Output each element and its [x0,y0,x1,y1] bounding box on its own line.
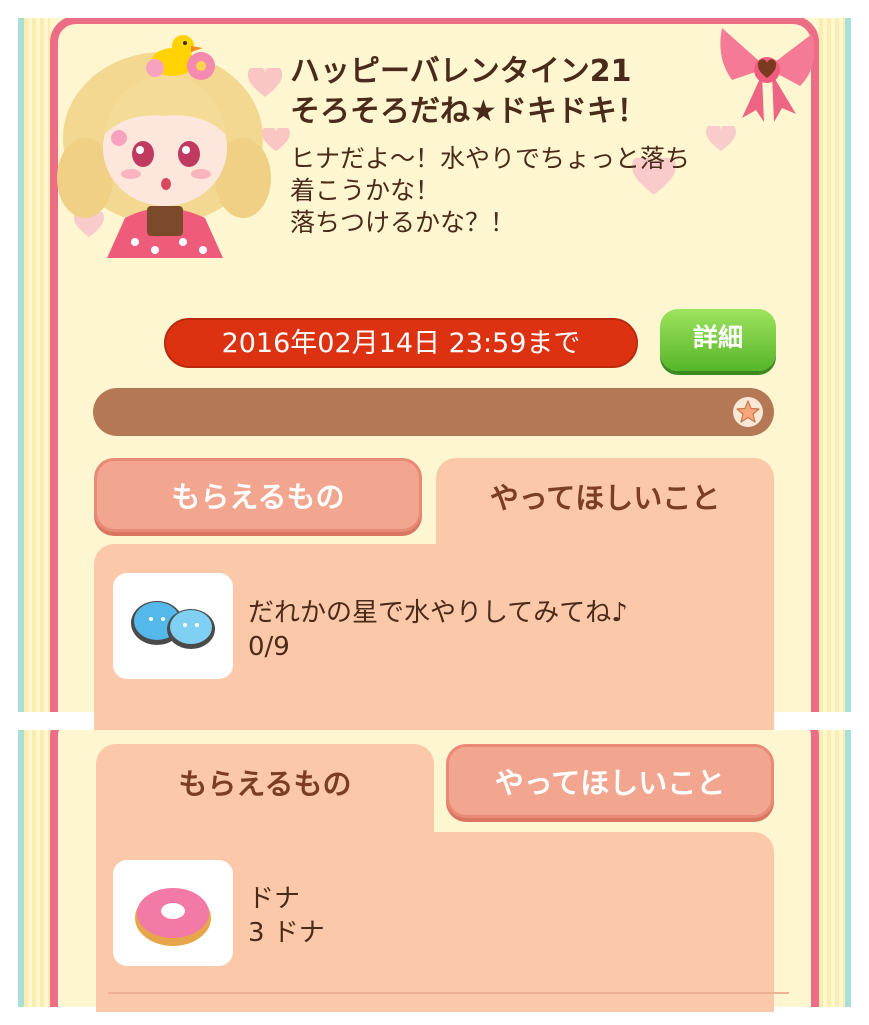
tab-tasks[interactable]: やってほしいこと [436,458,774,552]
tab-rewards[interactable]: もらえるもの [96,744,434,838]
ribbon-bow-icon [712,18,822,128]
reward-info: ドナ 3 ドナ [248,882,325,950]
donut-icon [135,888,211,946]
event-progress-bar [93,388,774,436]
task-count: 0/9 [248,632,290,662]
tab-tasks[interactable]: やってほしいこと [446,744,774,818]
event-title: ハッピーバレンタイン21 そろそろだね★ドキドキ！ [290,52,647,132]
star-icon [732,396,764,428]
tab-rewards[interactable]: もらえるもの [94,458,422,532]
heart-decoration-icon [706,123,736,152]
reward-thumbnail [113,860,233,966]
deadline-badge: 2016年02月14日 23:59まで [164,318,638,368]
reward-name: ドナ [248,884,301,914]
event-title-line1: ハッピーバレンタイン21 [290,54,632,89]
divider [108,992,789,994]
event-title-line2: そろそろだね★ドキドキ！ [290,94,647,129]
task-info: だれかの星で水やりしてみてね♪ 0/9 [248,596,628,664]
task-text: だれかの星で水やりしてみてね♪ [248,598,628,628]
event-description: ヒナだよ～！水やりでちょっと落ち 着こうかな！ 落ちつけるかな？！ [290,143,690,239]
reward-amount: 3 ドナ [248,918,325,948]
event-description-line3: 落ちつけるかな？！ [290,208,516,237]
task-thumbnail [113,573,233,679]
hina-avatar [55,28,275,258]
event-description-line1: ヒナだよ～！水やりでちょっと落ち [290,144,691,173]
blue-droplets-icon [131,601,215,649]
detail-button[interactable]: 詳細 [660,309,776,371]
event-description-line2: 着こうかな！ [290,176,441,205]
